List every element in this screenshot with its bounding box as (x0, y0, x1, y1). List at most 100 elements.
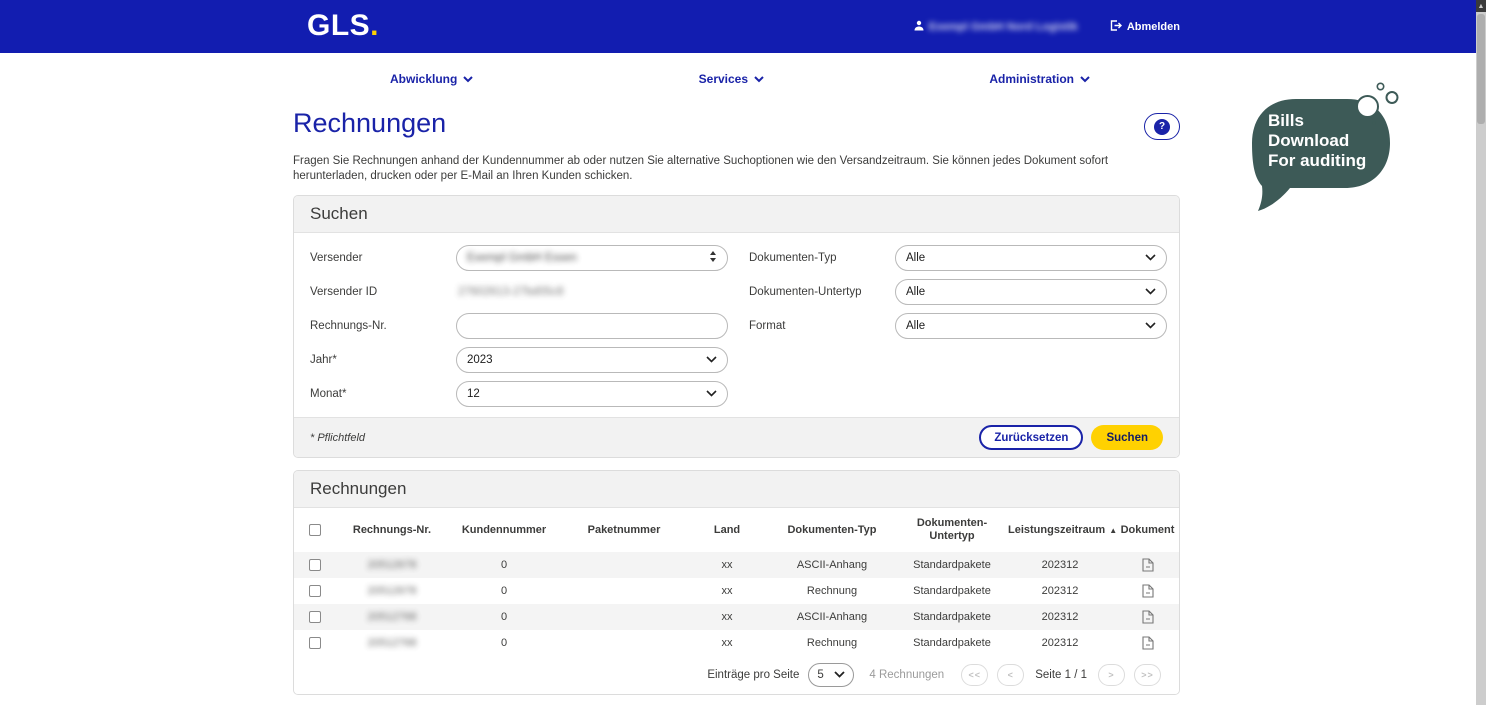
dokumenten-untertyp-select[interactable]: Alle (895, 279, 1167, 305)
cell-dokumenten-typ: ASCII-Anhang (766, 552, 898, 578)
cell-dokumenten-untertyp: Standardpakete (898, 578, 1006, 604)
rechnungs-nr-input[interactable] (456, 313, 728, 339)
user-menu[interactable]: Exempl GmbH Nord Logistik (914, 20, 1078, 34)
promo-line: Bills (1268, 111, 1366, 131)
versender-label: Versender (310, 252, 456, 264)
chevron-down-icon (1145, 252, 1156, 264)
chevron-down-icon (754, 72, 764, 86)
nav-item-label: Abwicklung (390, 72, 457, 86)
pdf-document-icon[interactable] (1142, 584, 1154, 598)
versender-select[interactable]: Exempl GmbH Essen (456, 245, 728, 271)
per-page-label: Einträge pro Seite (707, 669, 799, 681)
table-row: 20512768 0 xxASCII-AnhangStandardpakete202… (294, 604, 1180, 630)
title-row: Rechnungen ? (293, 105, 1180, 141)
chevron-down-icon (1080, 72, 1090, 86)
col-dokumenten-untertyp[interactable]: Dokumenten-Untertyp (898, 508, 1006, 552)
gls-logo[interactable]: GLS. (307, 9, 379, 43)
nav-item-abwicklung[interactable]: Abwicklung (390, 72, 473, 86)
dokumenten-typ-select[interactable]: Alle (895, 245, 1167, 271)
table-header-row: Rechnungs-Nr. Kundennummer Paketnummer L… (294, 508, 1180, 552)
monat-label: Monat* (310, 388, 456, 400)
versender-id-value: 27602613-27bd05c8 (456, 286, 728, 298)
required-field-note: * Pflichtfeld (310, 432, 365, 444)
cell-kundennummer: 0 (448, 604, 560, 630)
cell-dokumenten-typ: Rechnung (766, 630, 898, 656)
col-rechnungs-nr[interactable]: Rechnungs-Nr. (336, 508, 448, 552)
nav-item-administration[interactable]: Administration (989, 72, 1090, 86)
scroll-up-icon[interactable]: ▲ (1476, 0, 1486, 12)
user-icon (914, 20, 924, 34)
logo-yellow-dot: . (370, 9, 379, 42)
monat-select[interactable]: 12 (456, 381, 728, 407)
cell-leistungszeitraum: 202312 (1006, 604, 1114, 630)
page-title: Rechnungen (293, 105, 446, 141)
vertical-scrollbar[interactable]: ▲ (1476, 0, 1486, 705)
col-leistungszeitraum[interactable]: Leistungszeitraum▲ (1006, 508, 1114, 552)
row-checkbox[interactable] (309, 611, 321, 623)
pdf-document-icon[interactable] (1142, 636, 1154, 650)
promo-text: BillsDownloadFor auditing (1268, 111, 1366, 171)
col-dokumenten-typ[interactable]: Dokumenten-Typ (766, 508, 898, 552)
nav-item-label: Administration (989, 72, 1074, 86)
dokumenten-typ-label: Dokumenten-Typ (749, 252, 895, 264)
table-body: 205126780xxASCII-AnhangStandardpakete202… (294, 552, 1180, 656)
cell-leistungszeitraum: 202312 (1006, 630, 1114, 656)
cell-land: xx (688, 630, 766, 656)
cell-kundennummer: 0 (448, 630, 560, 656)
format-select[interactable]: Alle (895, 313, 1167, 339)
top-bar: GLS. Exempl GmbH Nord Logistik Abmelden (0, 0, 1476, 53)
col-kundennummer[interactable]: Kundennummer (448, 508, 560, 552)
scrollbar-thumb[interactable] (1477, 14, 1485, 124)
per-page-select[interactable]: 5 (808, 663, 854, 687)
chevron-down-icon (706, 354, 717, 366)
jahr-label: Jahr* (310, 354, 456, 366)
cell-dokumenten-typ: Rechnung (766, 578, 898, 604)
cell-leistungszeitraum: 202312 (1006, 578, 1114, 604)
pdf-document-icon[interactable] (1142, 610, 1154, 624)
help-button[interactable]: ? (1144, 113, 1180, 140)
cell-dokumenten-typ: ASCII-Anhang (766, 604, 898, 630)
cell-dokumenten-untertyp: Standardpakete (898, 604, 1006, 630)
pagination-bar: Einträge pro Seite 5 4 Rechnungen << < S… (294, 656, 1179, 694)
next-page-button[interactable]: > (1098, 664, 1125, 686)
last-page-button[interactable]: >> (1134, 664, 1161, 686)
cell-leistungszeitraum: 202312 (1006, 552, 1114, 578)
cell-dokumenten-untertyp: Standardpakete (898, 630, 1006, 656)
dokumenten-typ-value: Alle (906, 252, 925, 264)
col-dokument[interactable]: Dokument (1114, 508, 1180, 552)
logo-text: GLS (307, 9, 370, 42)
dokumenten-untertyp-value: Alle (906, 286, 925, 298)
chevron-down-icon (1145, 320, 1156, 332)
search-button[interactable]: Suchen (1091, 425, 1163, 450)
row-checkbox[interactable] (309, 559, 321, 571)
promo-badge: BillsDownloadFor auditing (1250, 78, 1400, 218)
first-page-button[interactable]: << (961, 664, 988, 686)
table-row: 205127680xxRechnungStandardpakete202312 (294, 630, 1180, 656)
row-checkbox[interactable] (309, 585, 321, 597)
cell-dokumenten-untertyp: Standardpakete (898, 552, 1006, 578)
cell-rechnungs-nr: 20512678 (368, 559, 417, 571)
search-panel-title: Suchen (294, 196, 1179, 233)
select-all-checkbox[interactable] (309, 524, 321, 536)
up-down-spinner-icon (709, 251, 717, 265)
jahr-value: 2023 (467, 354, 493, 366)
table-row: 205126780xxASCII-AnhangStandardpakete202… (294, 552, 1180, 578)
main-nav: Abwicklung Services Administration (390, 53, 1090, 105)
prev-page-button[interactable]: < (997, 664, 1024, 686)
logout-button[interactable]: Abmelden (1110, 20, 1180, 34)
rechnungs-nr-label: Rechnungs-Nr. (310, 320, 456, 332)
page-description: Fragen Sie Rechnungen anhand der Kundenn… (293, 154, 1180, 184)
pdf-document-icon[interactable] (1142, 558, 1154, 572)
cell-land: xx (688, 604, 766, 630)
nav-item-services[interactable]: Services (699, 72, 764, 86)
cell-rechnungs-nr: 20512768 (368, 611, 417, 623)
cell-paketnummer (560, 552, 688, 578)
table-row: 205126780xxRechnungStandardpakete202312 (294, 578, 1180, 604)
col-land[interactable]: Land (688, 508, 766, 552)
col-paketnummer[interactable]: Paketnummer (560, 508, 688, 552)
results-panel: Rechnungen Rechnungs-Nr. Kundennummer Pa… (293, 470, 1180, 695)
reset-button[interactable]: Zurücksetzen (979, 425, 1083, 450)
results-table: Rechnungs-Nr. Kundennummer Paketnummer L… (294, 508, 1180, 656)
row-checkbox[interactable] (309, 637, 321, 649)
jahr-select[interactable]: 2023 (456, 347, 728, 373)
